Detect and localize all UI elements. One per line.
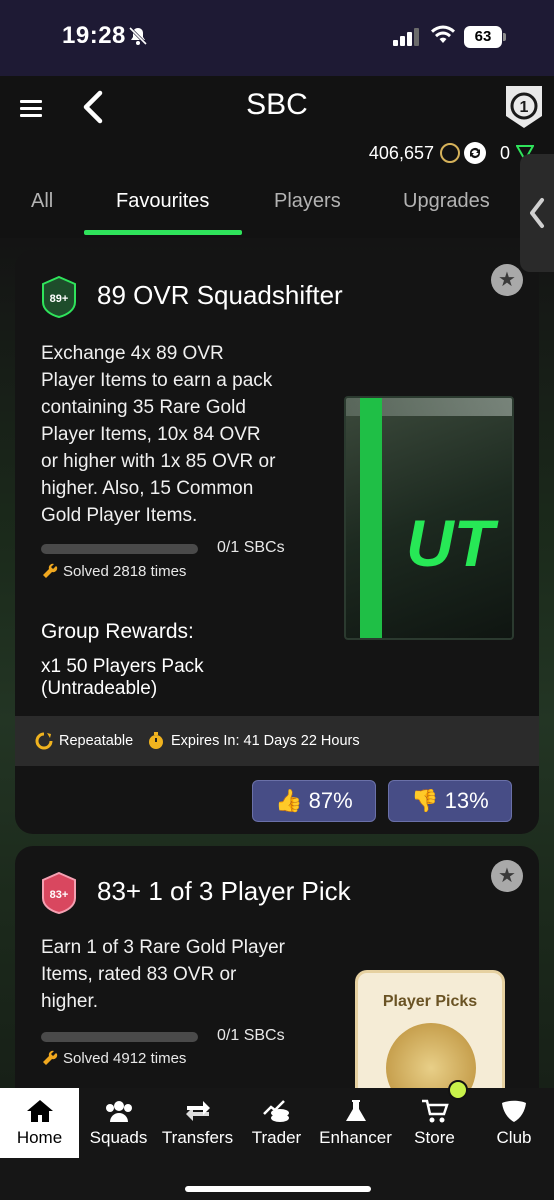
home-icon xyxy=(26,1100,53,1122)
svg-text:89+: 89+ xyxy=(50,293,69,305)
sbc-description: Earn 1 of 3 Rare Gold Player Items, rate… xyxy=(41,937,285,1012)
svg-text:83+: 83+ xyxy=(50,889,69,901)
solved-count: Solved 2818 times xyxy=(41,562,186,580)
page-title: SBC xyxy=(246,88,308,121)
tab-players[interactable]: Players xyxy=(274,190,341,213)
store-notification-dot xyxy=(448,1080,468,1100)
svg-text:1: 1 xyxy=(520,99,529,116)
svg-text:UT: UT xyxy=(406,508,499,578)
repeat-icon xyxy=(35,732,53,750)
enhancer-icon xyxy=(345,1100,366,1121)
favourite-star-icon[interactable]: ★ xyxy=(491,264,523,296)
store-icon xyxy=(421,1099,449,1123)
nav-transfers[interactable]: Transfers xyxy=(158,1088,237,1158)
nav-home[interactable]: Home xyxy=(0,1088,79,1158)
refresh-icon[interactable] xyxy=(463,142,486,164)
tab-upgrades[interactable]: Upgrades xyxy=(403,190,490,213)
thumbs-up-icon: 👍 xyxy=(275,788,303,813)
nav-trader[interactable]: Trader xyxy=(237,1088,316,1158)
app-header: SBC 1 406,657 0 All Favourites Players U… xyxy=(0,76,554,238)
trader-icon xyxy=(262,1100,289,1122)
stopwatch-icon xyxy=(149,732,163,749)
sbc-progress-bar xyxy=(41,1032,198,1042)
points-value: 0 xyxy=(499,142,510,163)
tab-bar: All Favourites Players Upgrades xyxy=(0,180,520,238)
tab-all[interactable]: All xyxy=(31,190,53,213)
sbc-count: 0/1 SBCs xyxy=(217,539,285,556)
chevron-left-icon xyxy=(530,198,544,228)
battery-level: 63 xyxy=(464,26,502,48)
currency-bar: 406,657 0 xyxy=(369,142,534,164)
transfers-icon xyxy=(185,1101,210,1121)
sbc-card[interactable]: 89+ 89 OVR Squadshifter ★ Exchange 4x 89… xyxy=(15,250,539,834)
wifi-icon xyxy=(431,25,455,43)
group-rewards-value: x1 50 Players Pack (Untradeable) xyxy=(41,656,204,699)
sbc-badge-icon: 83+ xyxy=(42,872,76,914)
reward-pack-image: UT xyxy=(344,396,514,640)
nav-club[interactable]: Club xyxy=(474,1088,554,1158)
wrench-icon xyxy=(43,563,58,578)
status-time: 19:28 xyxy=(62,22,126,49)
sbc-progress-bar xyxy=(41,544,198,554)
sbc-title: 83+ 1 of 3 Player Pick xyxy=(97,876,351,906)
sbc-info-strip: Repeatable Expires In: 41 Days 22 Hours xyxy=(15,716,539,766)
signal-icon xyxy=(393,28,419,46)
active-tab-indicator xyxy=(84,230,242,235)
favourite-star-icon[interactable]: ★ xyxy=(491,860,523,892)
status-bar: 19:28 63 xyxy=(0,0,554,76)
nav-enhancer[interactable]: Enhancer xyxy=(316,1088,395,1158)
wrench-icon xyxy=(43,1050,58,1065)
club-icon xyxy=(502,1100,526,1122)
thumbs-up-button[interactable]: 👍 87% xyxy=(252,780,376,822)
sbc-badge-icon: 89+ xyxy=(42,276,76,318)
bottom-nav: Home Squads Transfers Trader Enhancer St… xyxy=(0,1088,554,1200)
squads-icon xyxy=(105,1101,132,1122)
battery-icon: 63 xyxy=(464,26,506,48)
solved-count: Solved 4912 times xyxy=(41,1049,186,1067)
sbc-description: Exchange 4x 89 OVR Player Items to earn … xyxy=(41,343,276,526)
home-indicator xyxy=(185,1186,371,1192)
nav-squads[interactable]: Squads xyxy=(79,1088,158,1158)
side-drawer-handle[interactable] xyxy=(520,154,554,272)
bell-slash-icon xyxy=(128,26,148,46)
sbc-title: 89 OVR Squadshifter xyxy=(97,280,343,310)
group-rewards-label: Group Rewards: xyxy=(41,620,194,643)
sbc-count: 0/1 SBCs xyxy=(217,1027,285,1044)
thumbs-down-button[interactable]: 👎 13% xyxy=(388,780,512,822)
repeatable-info: Repeatable xyxy=(35,732,133,750)
coins-value: 406,657 xyxy=(368,142,434,163)
thumbs-down-icon: 👎 xyxy=(411,788,439,813)
squad-battles-logo-icon[interactable]: 1 xyxy=(502,84,546,130)
expires-info: Expires In: 41 Days 22 Hours xyxy=(147,732,360,750)
tab-favourites[interactable]: Favourites xyxy=(116,190,209,213)
coin-icon xyxy=(439,143,460,163)
